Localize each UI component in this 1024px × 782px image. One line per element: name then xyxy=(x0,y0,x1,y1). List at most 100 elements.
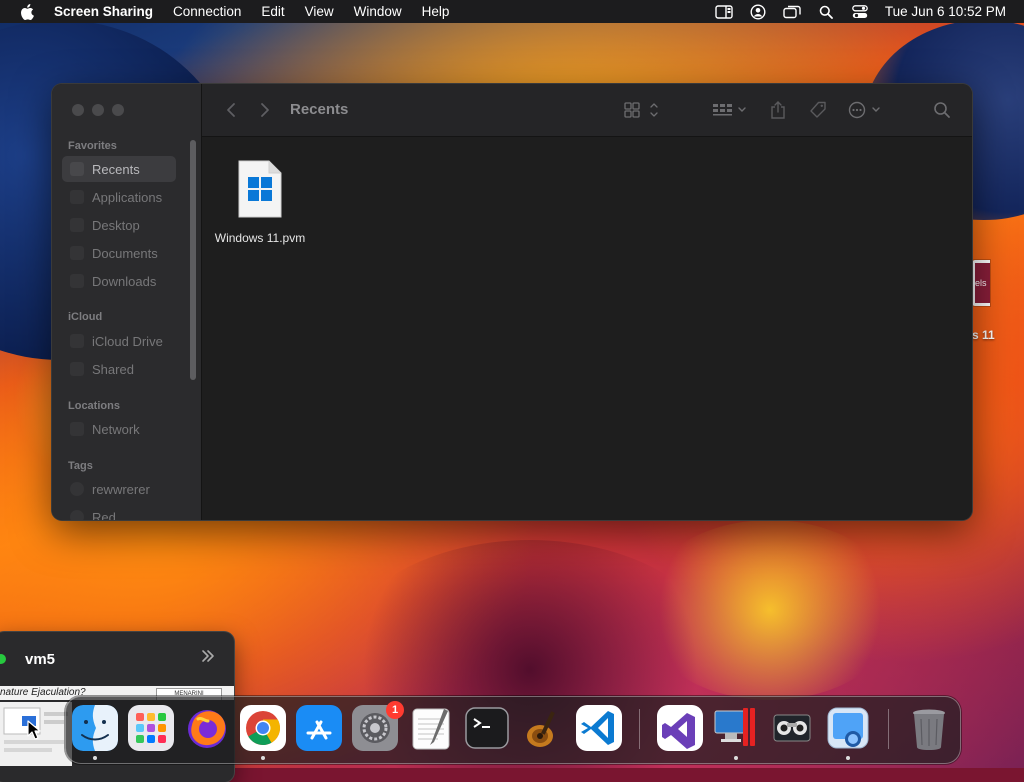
window-title: Recents xyxy=(290,101,349,118)
control-center-icon[interactable] xyxy=(851,4,869,20)
tag-color-icon xyxy=(70,482,84,496)
sidebar-item-label: Applications xyxy=(92,189,163,205)
sidebar-item-label: Network xyxy=(92,421,140,437)
sidebar-item-label: Shared xyxy=(92,361,134,377)
tag-color-icon xyxy=(70,510,84,520)
apple-menu-icon[interactable] xyxy=(20,4,34,20)
dock-instruments-icon[interactable] xyxy=(520,705,566,751)
documents-icon xyxy=(70,246,84,260)
sidebar-item-tag-red[interactable]: Red xyxy=(62,504,176,520)
close-window-button[interactable] xyxy=(72,104,84,116)
network-icon xyxy=(70,422,84,436)
desktop-file-thumbnail-text: els xyxy=(975,263,990,303)
view-mode-button[interactable] xyxy=(624,100,660,120)
expand-icon[interactable] xyxy=(200,648,220,668)
menu-view[interactable]: View xyxy=(295,4,344,19)
finder-sidebar: Favorites Recents Applications Desktop D… xyxy=(52,84,202,520)
sidebar-item-applications[interactable]: Applications xyxy=(62,184,176,210)
vm-running-indicator xyxy=(0,654,6,664)
sidebar-item-label: rewwrerer xyxy=(92,481,150,497)
user-icon[interactable] xyxy=(749,3,767,20)
stage-manager-icon[interactable] xyxy=(715,4,733,20)
back-button[interactable] xyxy=(224,100,238,120)
forward-button[interactable] xyxy=(258,100,272,120)
search-icon[interactable] xyxy=(932,100,952,120)
file-item[interactable]: Windows 11.pvm xyxy=(210,159,310,245)
downloads-icon xyxy=(70,274,84,288)
dock-terminal-icon[interactable] xyxy=(464,705,510,751)
dock-parallels-desktop-icon[interactable] xyxy=(713,705,759,751)
tag-icon[interactable] xyxy=(808,100,828,120)
icloud-drive-icon xyxy=(70,334,84,348)
dock-textedit-icon[interactable] xyxy=(408,705,454,751)
windows-document-icon xyxy=(237,159,283,219)
dock-chrome-icon[interactable] xyxy=(240,705,286,751)
group-button[interactable] xyxy=(712,100,748,120)
mouse-cursor-icon xyxy=(27,720,41,740)
sidebar-item-desktop[interactable]: Desktop xyxy=(62,212,176,238)
sidebar-item-label: Downloads xyxy=(92,273,157,289)
menu-app-name[interactable]: Screen Sharing xyxy=(48,4,163,19)
desktop-file-label: s 11 xyxy=(972,328,995,342)
sidebar-item-label: iCloud Drive xyxy=(92,333,163,349)
dock-visual-studio-icon[interactable] xyxy=(657,705,703,751)
applications-icon xyxy=(70,190,84,204)
spotlight-icon[interactable] xyxy=(817,4,835,20)
dock-system-settings-icon[interactable]: 1 xyxy=(352,701,404,751)
menu-edit[interactable]: Edit xyxy=(251,4,294,19)
dock-screen-sharing-icon[interactable] xyxy=(769,705,815,751)
sidebar-header-icloud: iCloud xyxy=(68,311,103,323)
sidebar-item-label: Documents xyxy=(92,245,158,261)
sidebar-item-label: Desktop xyxy=(92,217,140,233)
dock: 1 xyxy=(65,696,961,764)
menu-help[interactable]: Help xyxy=(412,4,460,19)
sidebar-item-recents[interactable]: Recents xyxy=(62,156,176,182)
sidebar-header-tags: Tags xyxy=(68,460,93,472)
window-controls xyxy=(72,104,124,116)
dock-app-store-icon[interactable] xyxy=(296,705,342,751)
vm-title: vm5 xyxy=(25,651,56,668)
menu-connection[interactable]: Connection xyxy=(163,4,251,19)
file-browser-area: Windows 11.pvm xyxy=(202,137,972,520)
desktop-icon xyxy=(70,218,84,232)
share-icon[interactable] xyxy=(768,100,788,120)
sidebar-item-label: Red xyxy=(92,509,116,521)
sidebar-item-icloud-drive[interactable]: iCloud Drive xyxy=(62,328,176,354)
shared-folder-icon xyxy=(70,362,84,376)
file-name: Windows 11.pvm xyxy=(214,231,306,245)
sidebar-item-shared[interactable]: Shared xyxy=(62,356,176,382)
desktop-file-thumbnail: els xyxy=(972,260,990,306)
sidebar-item-tag[interactable]: rewwrerer xyxy=(62,476,176,502)
zoom-window-button[interactable] xyxy=(112,104,124,116)
desktop-file-item[interactable]: els s 11 xyxy=(972,260,1024,350)
sidebar-item-downloads[interactable]: Downloads xyxy=(62,268,176,294)
sidebar-item-network[interactable]: Network xyxy=(62,416,176,442)
sidebar-item-documents[interactable]: Documents xyxy=(62,240,176,266)
sidebar-scrollbar[interactable] xyxy=(190,140,196,380)
running-indicator xyxy=(734,756,738,760)
menu-window[interactable]: Window xyxy=(344,4,412,19)
minimize-window-button[interactable] xyxy=(92,104,104,116)
menu-bar: Screen Sharing Connection Edit View Wind… xyxy=(0,0,1024,23)
finder-toolbar: Recents xyxy=(202,84,972,137)
sidebar-header-locations: Locations xyxy=(68,400,120,412)
dock-separator xyxy=(888,709,889,749)
sidebar-header-favorites: Favorites xyxy=(68,140,117,152)
dock-separator xyxy=(639,709,640,749)
recents-icon xyxy=(70,162,84,176)
more-actions-icon[interactable] xyxy=(848,100,884,120)
dock-finder-icon[interactable] xyxy=(72,705,118,751)
menu-clock[interactable]: Tue Jun 6 10:52 PM xyxy=(877,4,1024,19)
dock-trash-icon[interactable] xyxy=(906,705,952,751)
running-indicator xyxy=(846,756,850,760)
running-indicator xyxy=(93,756,97,760)
dock-vscode-icon[interactable] xyxy=(576,705,622,751)
notification-badge: 1 xyxy=(386,701,404,719)
running-indicator xyxy=(261,756,265,760)
sidebar-item-label: Recents xyxy=(92,161,140,177)
finder-window: Favorites Recents Applications Desktop D… xyxy=(52,84,972,520)
screen-mirroring-icon[interactable] xyxy=(783,4,801,20)
dock-firefox-icon[interactable] xyxy=(184,705,230,751)
dock-preview-icon[interactable] xyxy=(825,705,871,751)
dock-launchpad-icon[interactable] xyxy=(128,705,174,751)
